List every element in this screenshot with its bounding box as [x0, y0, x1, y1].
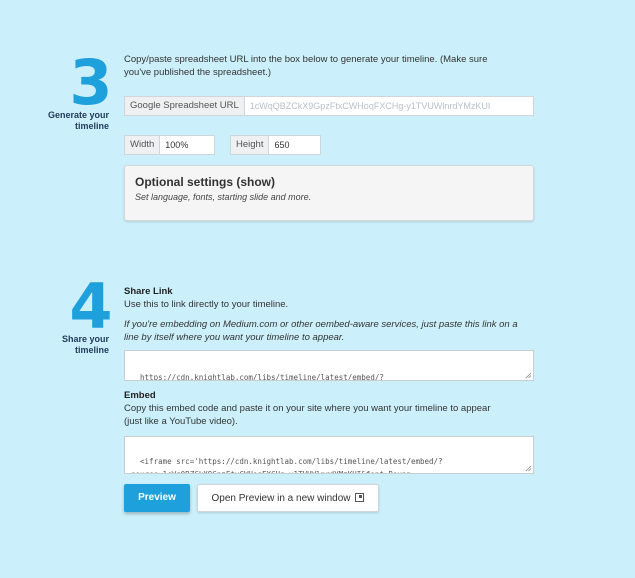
step-3-instructions: Copy/paste spreadsheet URL into the box …: [124, 53, 544, 79]
width-input[interactable]: 100%: [160, 136, 214, 154]
height-label: Height: [231, 136, 270, 154]
resize-grip-icon[interactable]: [525, 372, 532, 379]
resize-grip-icon[interactable]: [525, 465, 532, 472]
optional-settings-description: Set language, fonts, starting slide and …: [135, 192, 312, 202]
step-3-instructions-line2: you've published the spreadsheet.): [124, 67, 272, 78]
step-4-label-line2: timeline: [74, 345, 109, 355]
step-4-label-line1: Share your: [61, 334, 109, 344]
open-preview-label: Open Preview in a new window: [211, 493, 351, 504]
height-input[interactable]: 650: [269, 136, 320, 154]
step-3-number: 3: [69, 46, 112, 119]
step-4-label: Share your timeline: [29, 334, 109, 356]
spreadsheet-url-field: Google Spreadsheet URL 1cWqQBZCkX9GpzFtx…: [124, 96, 534, 116]
width-label: Width: [125, 136, 161, 154]
spreadsheet-url-input[interactable]: 1cWqQBZCkX9GpzFtxCWHoqFXCHg-y1TVUWlnrdYM…: [245, 97, 533, 115]
width-field: Width 100%: [124, 135, 215, 155]
embed-description-line1: Copy this embed code and paste it on you…: [124, 403, 491, 414]
height-field: Height 650: [230, 135, 321, 155]
share-link-note-line2: line by itself where you want your timel…: [124, 332, 345, 343]
embed-code-textarea[interactable]: <iframe src='https://cdn.knightlab.com/l…: [124, 436, 534, 474]
share-link-textarea[interactable]: https://cdn.knightlab.com/libs/timeline/…: [124, 350, 534, 381]
share-link-description: Use this to link directly to your timeli…: [124, 299, 289, 310]
spreadsheet-url-label: Google Spreadsheet URL: [125, 97, 245, 115]
embed-code: <iframe src='https://cdn.knightlab.com/l…: [131, 457, 443, 473]
external-window-icon: [355, 492, 365, 502]
step-3-instructions-line1: Copy/paste spreadsheet URL into the box …: [124, 54, 488, 65]
embed-description-line2: (just like a YouTube video).: [124, 416, 238, 427]
embed-description: Copy this embed code and paste it on you…: [124, 402, 544, 428]
embed-heading: Embed: [124, 390, 156, 401]
share-link-code: https://cdn.knightlab.com/libs/timeline/…: [140, 373, 384, 381]
share-link-note-line1: If you're embedding on Medium.com or oth…: [124, 319, 518, 330]
share-link-heading: Share Link: [124, 286, 173, 297]
open-preview-new-window-button[interactable]: Open Preview in a new window: [197, 484, 379, 512]
step-3-label-line2: timeline: [74, 121, 109, 131]
step-3-label-line1: Generate your: [47, 110, 109, 120]
optional-settings-panel[interactable]: Optional settings (show) Set language, f…: [124, 165, 534, 221]
share-link-note: If you're embedding on Medium.com or oth…: [124, 318, 544, 344]
optional-settings-toggle[interactable]: Optional settings (show): [135, 175, 275, 189]
step-4-number: 4: [69, 270, 112, 343]
step-3-label: Generate your timeline: [29, 110, 109, 132]
preview-button[interactable]: Preview: [124, 484, 190, 512]
